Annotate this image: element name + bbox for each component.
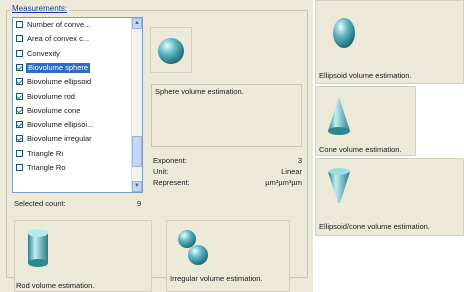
ellipsoid-cone-tile-label: Ellipsoid/cone volume estimation. <box>319 222 430 231</box>
measurements-group-title: Measurements: <box>10 4 70 13</box>
measurement-label: Biovolume sphere <box>26 62 91 73</box>
cone-tile-label: Cone volume estimation. <box>319 145 402 154</box>
ellipsoid-cone-icon <box>328 168 350 203</box>
measurement-label: Area of convex c... <box>27 34 90 44</box>
list-item[interactable]: Biovolume ellipsoi... <box>14 120 132 130</box>
list-item[interactable]: Area of convex c... <box>14 34 132 44</box>
scroll-up-button[interactable]: ▲ <box>132 18 142 29</box>
measurements-listbox[interactable]: Number of conve... Area of convex c... Con… <box>12 17 143 193</box>
irregular-icon <box>178 230 208 265</box>
rod-tile[interactable]: Rod volume estimation. <box>14 220 152 292</box>
measurement-label: Convexity <box>27 48 60 58</box>
represent-label: Represent: <box>153 178 190 187</box>
measurement-checkbox[interactable] <box>16 35 23 43</box>
listbox-scrollbar[interactable]: ▲ ▼ <box>131 18 142 192</box>
description-text: Sphere volume estimation. <box>155 87 244 96</box>
measurement-checkbox[interactable] <box>16 149 23 157</box>
measurement-checkbox[interactable] <box>16 106 23 114</box>
rod-tile-label: Rod volume estimation. <box>16 281 95 290</box>
list-item[interactable]: Biovolume rod <box>14 92 132 102</box>
ellipsoid-tile-label: Ellipsoid volume estimation. <box>319 71 412 80</box>
ellipsoid-icon <box>333 18 355 48</box>
scroll-thumb[interactable] <box>132 136 142 167</box>
measurement-checkbox[interactable] <box>16 78 23 86</box>
sphere-icon <box>158 38 184 64</box>
measurement-label: Triangle Ro <box>27 163 66 172</box>
selected-count-label: Selected count: <box>14 199 66 208</box>
list-item[interactable]: Biovolume sphere <box>14 62 132 73</box>
list-item[interactable]: Biovolume irregular <box>14 134 132 144</box>
chevron-down-icon: ▼ <box>134 183 140 189</box>
unit-value: Linear <box>281 167 302 176</box>
unit-label: Unit: <box>153 167 169 176</box>
cone-tile[interactable]: Cone volume estimation. <box>315 86 416 156</box>
represent-value: µm³µm³µm <box>265 178 302 187</box>
measurement-checkbox[interactable] <box>16 121 23 129</box>
sphere-preview <box>150 27 192 73</box>
irregular-tile-label: Irregular volume estimation. <box>170 274 263 283</box>
rod-icon <box>28 229 48 267</box>
list-item[interactable]: Biovolume cone <box>14 106 132 116</box>
measurement-checkbox[interactable] <box>16 49 23 57</box>
ellipsoid-cone-tile[interactable]: Ellipsoid/cone volume estimation. <box>315 158 464 236</box>
measurement-checkbox[interactable] <box>16 164 23 171</box>
selected-count-value: 9 <box>137 199 142 208</box>
measurement-label: Triangle Ri <box>27 148 63 158</box>
measurement-label: Biovolume irregular <box>27 134 92 144</box>
measurement-label: Biovolume rod <box>27 91 75 101</box>
list-item[interactable]: Triangle Ri <box>14 149 132 159</box>
ellipsoid-tile[interactable]: Ellipsoid volume estimation. <box>315 0 464 84</box>
measurement-checkbox[interactable] <box>16 63 23 71</box>
list-item[interactable]: Biovolume ellipsoid <box>14 77 132 87</box>
list-item[interactable]: Convexity <box>14 49 132 59</box>
exponent-value: 3 <box>297 156 302 165</box>
chevron-up-icon: ▲ <box>134 20 140 26</box>
measurement-label: Biovolume ellipsoi... <box>27 120 94 130</box>
measurement-label: Biovolume cone <box>27 105 81 115</box>
list-item[interactable]: Number of conve... <box>14 20 132 30</box>
scroll-down-button[interactable]: ▼ <box>132 181 142 192</box>
irregular-tile[interactable]: Irregular volume estimation. <box>166 220 290 292</box>
cone-icon <box>328 97 350 135</box>
measurement-checkbox[interactable] <box>16 92 23 100</box>
measurement-checkbox[interactable] <box>16 135 23 143</box>
measurement-label: Biovolume ellipsoid <box>27 77 92 87</box>
measurement-label: Number of conve... <box>27 20 91 29</box>
list-item[interactable]: Triangle Ro <box>14 163 132 173</box>
exponent-label: Exponent: <box>153 156 187 165</box>
measurement-checkbox[interactable] <box>16 21 23 28</box>
